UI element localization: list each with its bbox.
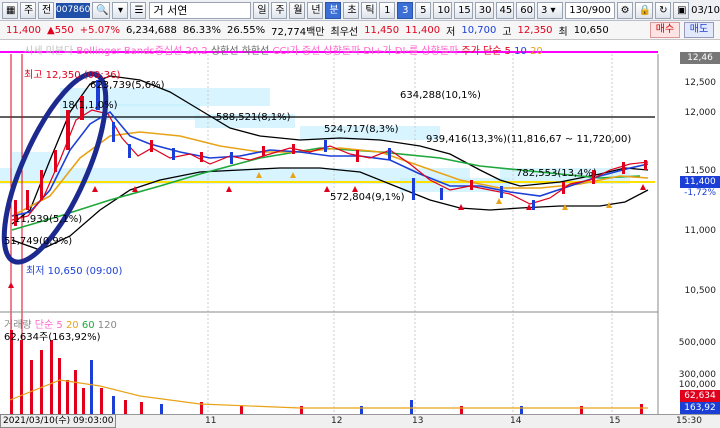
- change-arrow-icon: ▲: [47, 24, 55, 36]
- low-label: 저: [446, 26, 456, 38]
- interval-3[interactable]: 3: [397, 1, 414, 19]
- btn-weekly[interactable]: 주: [20, 1, 36, 19]
- price-axis-1: 12,000: [684, 108, 717, 118]
- annot-a9: 11,939(5,1%): [14, 214, 83, 225]
- change-value: 550: [54, 24, 74, 36]
- calendar-icon[interactable]: ▣: [673, 1, 690, 19]
- annot-high: 최고 12,350 (09:36): [24, 70, 121, 81]
- lock-icon[interactable]: 🔒: [634, 1, 654, 19]
- interval-1[interactable]: 1: [379, 1, 396, 19]
- period-week[interactable]: 주: [271, 1, 288, 19]
- best-ask: 11,450: [364, 24, 400, 36]
- buy-button[interactable]: 매수: [650, 22, 680, 38]
- menu-icon[interactable]: ☰: [130, 1, 147, 19]
- quote-bar: 11,400 ▲ 550 +5.07% 6,234,688 86.33% 26.…: [0, 21, 720, 40]
- sell-button[interactable]: 매도: [684, 22, 714, 38]
- period-second[interactable]: 초: [343, 1, 360, 19]
- volume-current: 62,634주(163,92%): [4, 332, 101, 343]
- current-price-tag: 11,400: [680, 176, 720, 188]
- indicator-legend: 시세 미분다 Bollinger Bands중심선 20,2 상한선 하한선 C…: [24, 42, 543, 57]
- volume-tag-2: 163,92: [680, 402, 720, 414]
- legend-ma20: 20: [530, 46, 543, 57]
- count-field[interactable]: 130/900: [565, 1, 615, 19]
- prev-label: 최: [558, 26, 568, 38]
- annot-a7: 623,739(5,6%): [90, 80, 165, 91]
- refresh-icon[interactable]: ↻: [655, 1, 672, 19]
- annot-a6: 782,553(13,4%): [516, 168, 597, 179]
- current-price: 11,400: [6, 24, 41, 36]
- period-month[interactable]: 월: [289, 1, 306, 19]
- interval-45[interactable]: 45: [495, 1, 515, 19]
- interval-60[interactable]: 60: [516, 1, 535, 19]
- price-axis-2: 11,500: [684, 166, 717, 176]
- code-dropdown-icon[interactable]: ▾: [112, 1, 129, 19]
- stock-name-field[interactable]: 거 서연: [149, 1, 252, 19]
- legend-cci: CCI가 중선 상향돌파: [272, 46, 361, 57]
- current-pct-tag: -1,72%: [684, 188, 716, 198]
- settings-icon[interactable]: ⚙: [616, 1, 633, 19]
- time-label-11: 11: [205, 416, 217, 426]
- price-axis-3: 11,000: [684, 226, 717, 236]
- volume-axis-2: 100,000: [678, 380, 716, 390]
- top-price-tag: 12,46: [680, 52, 720, 64]
- volume-ma120: 120: [97, 320, 117, 331]
- volume-axis-0: 500,000: [678, 338, 716, 348]
- interval-select[interactable]: 3 ▾: [536, 1, 564, 19]
- interval-15[interactable]: 15: [454, 1, 473, 19]
- volume-axis-1: 300,000: [678, 370, 716, 380]
- legend-bb: Bollinger Bands중심선 20,2: [76, 46, 208, 57]
- interval-10[interactable]: 10: [433, 1, 453, 19]
- annot-low: 최저 10,650 (09:00): [26, 266, 123, 277]
- legend-ma5: 주가 단순 5: [461, 46, 511, 57]
- high-value: 12,350: [517, 24, 553, 36]
- legend-0: 시세 미분다: [24, 46, 74, 57]
- stock-name: 서연: [167, 3, 188, 17]
- search-icon[interactable]: 🔍: [92, 1, 111, 19]
- low-value: 10,700: [461, 24, 497, 36]
- interval-30[interactable]: 30: [474, 1, 494, 19]
- rate1: 86.33%: [182, 24, 221, 36]
- interval-select-value: 3: [540, 4, 548, 16]
- stock-code-input[interactable]: 007860: [56, 2, 90, 18]
- annot-a10: 51,749(0,9%): [4, 236, 73, 247]
- date-right: 03/10: [691, 4, 720, 16]
- time-label-12: 12: [331, 416, 343, 426]
- volume: 6,234,688: [125, 24, 177, 36]
- annot-a1: 634,288(10,1%): [400, 90, 481, 101]
- legend-ma10: 10: [514, 46, 527, 57]
- period-year[interactable]: 년: [307, 1, 324, 19]
- best-ask-label: 최우선: [330, 26, 359, 38]
- interval-5[interactable]: 5: [415, 1, 432, 19]
- annot-a5: 572,804(9,1%): [330, 192, 405, 203]
- time-label-15: 15: [609, 416, 621, 426]
- legend-upper: 상한선: [210, 46, 239, 57]
- time-label-14: 14: [510, 416, 522, 426]
- legend-di: DI+가 DI-를 상향돌파: [363, 46, 459, 57]
- price-axis-4: 10,500: [684, 286, 717, 296]
- cursor-date-box: 2021/03/10(수) 09:03:00: [0, 414, 117, 428]
- annot-a2: 588,521(8,1%): [216, 112, 291, 123]
- period-tick[interactable]: 틱: [361, 1, 378, 19]
- period-minute[interactable]: 분: [325, 1, 342, 19]
- best-bid: 11,400: [405, 24, 441, 36]
- high-label: 고: [502, 26, 512, 38]
- legend-lower: 하한선: [241, 46, 270, 57]
- chart-type-icon[interactable]: ▦: [2, 1, 18, 19]
- change-pct: +5.07%: [79, 24, 120, 36]
- amount: 72,774백만: [271, 26, 325, 38]
- annot-a4: 939,416(13,3%)(11,816,67 ~ 11,720,00): [426, 134, 632, 145]
- rate2: 26.55%: [227, 24, 266, 36]
- btn-all[interactable]: 전: [38, 1, 54, 19]
- annot-a8: 18(1,1,0%): [62, 100, 118, 111]
- time-label-right: 15:30: [676, 416, 702, 426]
- toolbar: ▦ 주 전 007860 🔍 ▾ ☰ 거 서연 일 주 월 년 분 초 틱 1 …: [0, 0, 720, 21]
- price-axis-0: 12,500: [684, 78, 717, 88]
- time-label-13: 13: [412, 416, 424, 426]
- annot-a3: 524,717(8,3%): [324, 124, 399, 135]
- volume-tag-1: 62,634: [680, 390, 720, 402]
- volume-bars: [10, 330, 643, 414]
- prev-value: 10,650: [573, 24, 609, 36]
- period-day[interactable]: 일: [253, 1, 270, 19]
- price-chart[interactable]: [0, 40, 720, 414]
